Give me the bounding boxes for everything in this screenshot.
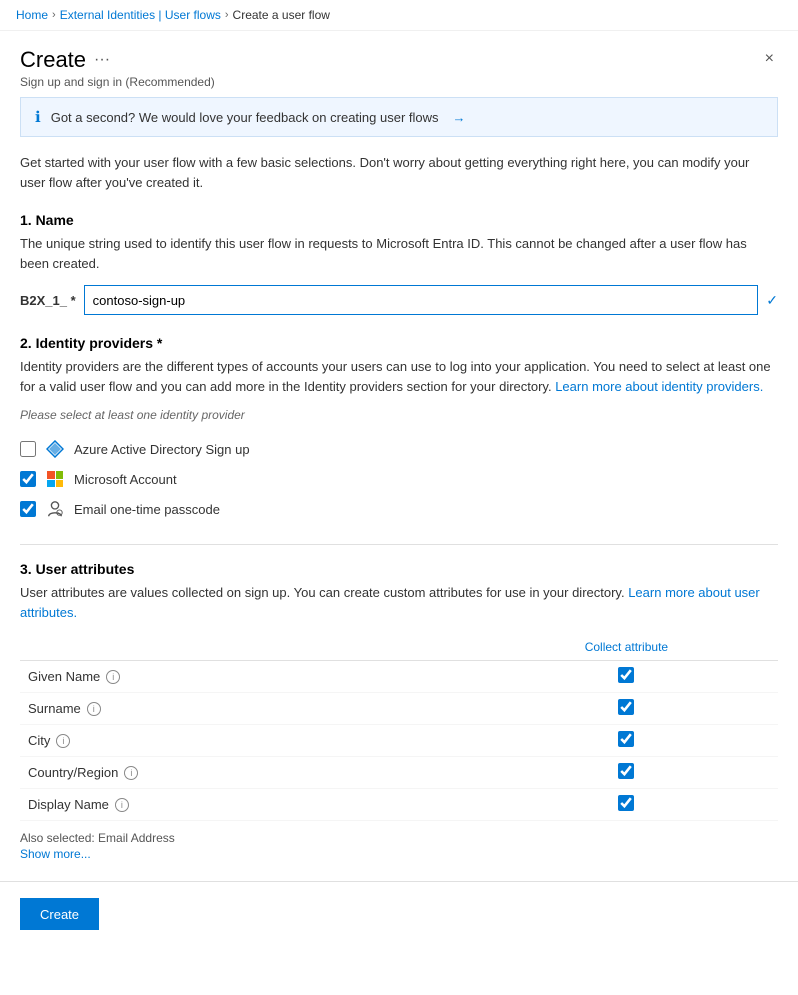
section-3-desc: User attributes are values collected on … <box>20 583 778 622</box>
breadcrumb-current: Create a user flow <box>233 8 330 22</box>
info-banner: ℹ Got a second? We would love your feedb… <box>20 97 778 137</box>
panel-title: Create ··· <box>20 47 215 73</box>
breadcrumb-home[interactable]: Home <box>16 8 48 22</box>
section-2-desc: Identity providers are the different typ… <box>20 357 778 396</box>
attr-row-display-name: Display Name i <box>20 789 778 821</box>
attr-given-name: Given Name i <box>28 669 467 684</box>
city-info-icon[interactable]: i <box>56 734 70 748</box>
provider-azure-ad-checkbox[interactable] <box>20 441 36 457</box>
breadcrumb-sep-1: › <box>52 9 56 21</box>
name-field-row: B2X_1_ * ✓ <box>20 285 778 315</box>
section-3-desc-text: User attributes are values collected on … <box>20 585 628 600</box>
attr-given-name-checkbox[interactable] <box>618 667 634 683</box>
panel-subtitle: Sign up and sign in (Recommended) <box>20 75 215 89</box>
attr-surname-checkbox[interactable] <box>618 699 634 715</box>
provider-microsoft-account: Microsoft Account <box>20 464 778 494</box>
breadcrumb: Home › External Identities | User flows … <box>0 0 798 31</box>
section-user-attributes: 3. User attributes User attributes are v… <box>20 561 778 861</box>
close-button[interactable]: × <box>761 47 778 71</box>
breadcrumb-sep-2: › <box>225 9 229 21</box>
title-text: Create <box>20 47 86 73</box>
breadcrumb-external[interactable]: External Identities | User flows <box>60 8 221 22</box>
attr-col-collect-header: Collect attribute <box>475 634 778 661</box>
person-icon: * <box>46 500 64 518</box>
section-1-title: 1. Name <box>20 212 778 228</box>
section-3-title: 3. User attributes <box>20 561 778 577</box>
display-name-info-icon[interactable]: i <box>115 798 129 812</box>
svg-text:*: * <box>57 511 59 516</box>
attr-row-surname: Surname i <box>20 693 778 725</box>
country-region-info-icon[interactable]: i <box>124 766 138 780</box>
provider-ms-account-checkbox[interactable] <box>20 471 36 487</box>
provider-azure-ad: Azure Active Directory Sign up <box>20 434 778 464</box>
also-selected: Also selected: Email Address <box>20 831 778 845</box>
provider-email-otp: * Email one-time passcode <box>20 494 778 524</box>
attr-col-name-header <box>20 634 475 661</box>
attr-row-country-region: Country/Region i <box>20 757 778 789</box>
attr-display-name-checkbox[interactable] <box>618 795 634 811</box>
main-content: Get started with your user flow with a f… <box>0 153 798 861</box>
banner-text: Got a second? We would love your feedbac… <box>51 110 439 125</box>
attr-surname: Surname i <box>28 701 467 716</box>
footer: Create <box>0 881 798 946</box>
surname-info-icon[interactable]: i <box>87 702 101 716</box>
attr-city: City i <box>28 733 467 748</box>
panel-header: Create ··· Sign up and sign in (Recommen… <box>0 31 798 97</box>
microsoft-icon <box>46 470 64 488</box>
attr-row-city: City i <box>20 725 778 757</box>
name-prefix: B2X_1_ * <box>20 293 76 308</box>
given-name-info-icon[interactable]: i <box>106 670 120 684</box>
provider-azure-ad-label[interactable]: Azure Active Directory Sign up <box>74 442 250 457</box>
attr-surname-label: Surname <box>28 701 81 716</box>
section-identity-providers: 2. Identity providers * Identity provide… <box>20 335 778 524</box>
input-check-icon: ✓ <box>766 292 778 309</box>
more-options-button[interactable]: ··· <box>94 51 110 69</box>
create-button[interactable]: Create <box>20 898 99 930</box>
attributes-table: Collect attribute Given Name i <box>20 634 778 821</box>
intro-text: Get started with your user flow with a f… <box>20 153 778 192</box>
azure-icon <box>46 440 64 458</box>
section-divider <box>20 544 778 545</box>
section-1-desc: The unique string used to identify this … <box>20 234 778 273</box>
provider-warning: Please select at least one identity prov… <box>20 408 778 422</box>
attr-country-region-label: Country/Region <box>28 765 118 780</box>
attr-row-given-name: Given Name i <box>20 661 778 693</box>
attr-country-region: Country/Region i <box>28 765 467 780</box>
attr-country-region-checkbox[interactable] <box>618 763 634 779</box>
attr-display-name-label: Display Name <box>28 797 109 812</box>
section-2-title: 2. Identity providers * <box>20 335 778 351</box>
panel-title-area: Create ··· Sign up and sign in (Recommen… <box>20 47 215 89</box>
show-more-link[interactable]: Show more... <box>20 847 778 861</box>
attr-display-name: Display Name i <box>28 797 467 812</box>
provider-ms-account-label[interactable]: Microsoft Account <box>74 472 177 487</box>
provider-email-otp-checkbox[interactable] <box>20 501 36 517</box>
attr-city-checkbox[interactable] <box>618 731 634 747</box>
identity-providers-link[interactable]: Learn more about identity providers. <box>555 379 763 394</box>
info-icon: ℹ <box>35 108 41 126</box>
banner-link[interactable]: → <box>453 110 466 125</box>
name-input[interactable] <box>84 285 759 315</box>
attr-given-name-label: Given Name <box>28 669 100 684</box>
section-name: 1. Name The unique string used to identi… <box>20 212 778 315</box>
provider-email-otp-label[interactable]: Email one-time passcode <box>74 502 220 517</box>
attr-city-label: City <box>28 733 50 748</box>
